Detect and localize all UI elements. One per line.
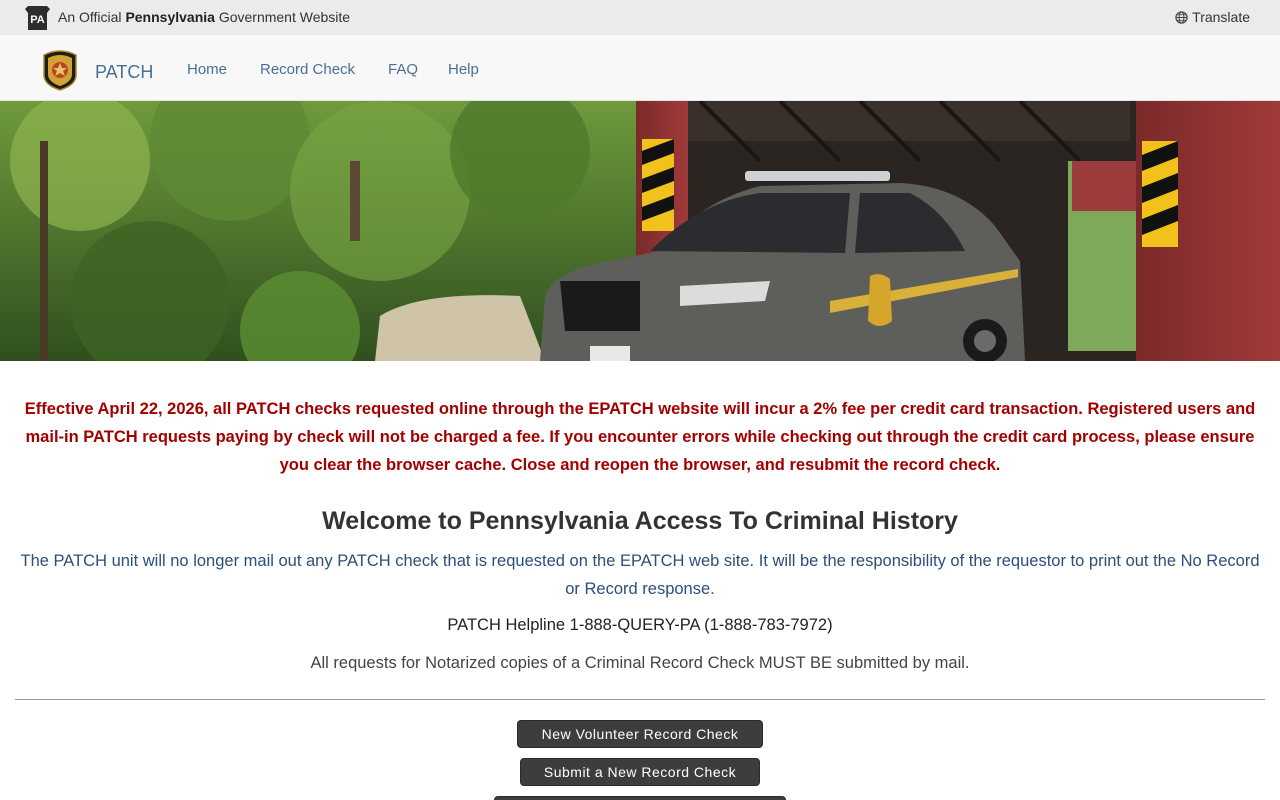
official-prefix: An Official <box>58 9 122 25</box>
hero-police-vehicle-scene <box>0 101 1280 361</box>
notarized-note: All requests for Notarized copies of a C… <box>310 654 970 672</box>
official-website-text: An Official Pennsylvania Government Webs… <box>58 9 350 25</box>
official-suffix: Government Website <box>218 9 351 25</box>
fee-notice: Effective April 22, 2026, all PATCH chec… <box>24 400 1256 474</box>
state-police-badge-icon[interactable] <box>42 49 78 91</box>
hero-image <box>0 101 1280 361</box>
pa-keystone-logo: PA <box>25 6 50 30</box>
submit-new-record-check-button[interactable]: Submit a New Record Check <box>520 758 760 786</box>
nav-home-link[interactable]: Home <box>187 61 227 78</box>
official-state: Pennsylvania <box>125 9 215 25</box>
nav-record-check-link[interactable]: Record Check <box>260 61 355 78</box>
page-title: Welcome to Pennsylvania Access To Crimin… <box>322 507 958 535</box>
svg-text:PA: PA <box>30 14 45 26</box>
translate-label: Translate <box>1192 9 1250 25</box>
mail-policy-note: The PATCH unit will no longer mail out a… <box>20 552 1260 598</box>
partial-button-below-fold[interactable] <box>494 796 786 800</box>
nav-faq-link[interactable]: FAQ <box>388 61 418 78</box>
globe-icon <box>1175 10 1188 24</box>
brand-link[interactable]: PATCH <box>95 62 153 83</box>
main-navbar: PATCH Home Record Check FAQ Help <box>0 35 1280 101</box>
helpline-text: PATCH Helpline 1-888-QUERY-PA (1-888-783… <box>447 616 833 634</box>
gov-banner: PA An Official Pennsylvania Government W… <box>0 0 1280 35</box>
new-volunteer-record-check-button[interactable]: New Volunteer Record Check <box>517 720 763 748</box>
nav-help-link[interactable]: Help <box>448 61 479 78</box>
translate-button[interactable]: Translate <box>1175 9 1250 25</box>
section-divider <box>15 699 1265 700</box>
